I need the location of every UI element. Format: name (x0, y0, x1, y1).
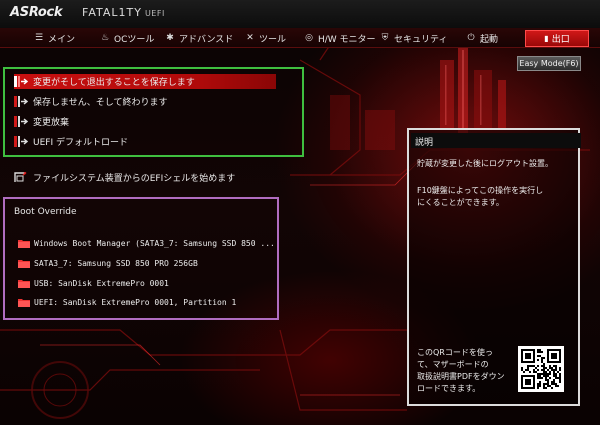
boot-override-item[interactable]: SATA3_7: Samsung SSD 850 PRO 256GB (18, 257, 198, 270)
exit-icon: ▮ (544, 34, 549, 43)
description-header (411, 133, 581, 148)
qr-code (518, 346, 564, 392)
boot-override-item[interactable]: UEFI: SanDisk ExtremePro 0001, Partition… (18, 296, 236, 309)
qr-caption: 取扱説明書PDFをダウン (417, 372, 505, 381)
shield-icon: ⛨ (381, 33, 389, 43)
tab-boot[interactable]: ⏻ 起動 (466, 28, 498, 48)
qr-caption: このQRコードを使っ (417, 348, 493, 357)
shell-launch-icon (14, 170, 28, 183)
nav-bar: ☰ メイン ♨ OCツール ✱ アドバンスド ✕ ツール ◎ H/W モニター … (0, 28, 600, 48)
tab-advanced[interactable]: ✱ アドバンスド (165, 28, 233, 48)
description-title: 説明 (415, 138, 434, 148)
exit-options-highlight (3, 67, 304, 157)
description-text: 貯蔵が変更した後にログアウト設置。 (417, 159, 553, 168)
tab-oc-tools[interactable]: ♨ OCツール (100, 28, 154, 48)
boot-override-title: Boot Override (14, 207, 77, 217)
boot-override-item[interactable]: Windows Boot Manager (SATA3_7: Samsung S… (18, 237, 275, 250)
folder-icon (18, 279, 30, 288)
description-text: にくることができます。 (417, 198, 504, 207)
monitor-icon: ◎ (305, 33, 313, 43)
brand-bar: ASRock FATAL1TY UEFI (0, 0, 600, 28)
folder-icon (18, 239, 30, 248)
star-icon: ✱ (166, 33, 174, 43)
tools-icon: ✕ (246, 33, 254, 43)
tab-tools[interactable]: ✕ ツール (245, 28, 286, 48)
easy-mode-button[interactable]: Easy Mode(F6) (517, 56, 581, 71)
flame-icon: ♨ (100, 33, 110, 43)
series-logo: FATAL1TY UEFI (82, 6, 165, 19)
list-icon: ☰ (34, 33, 44, 43)
folder-icon (18, 259, 30, 268)
power-icon: ⏻ (467, 33, 475, 43)
tab-hw-monitor[interactable]: ◎ H/W モニター (304, 28, 376, 48)
boot-override-item[interactable]: USB: SanDisk ExtremePro 0001 (18, 277, 169, 290)
qr-caption: ロードできます。 (417, 384, 481, 393)
brand-logo: ASRock (10, 5, 63, 20)
menu-item-efi-shell[interactable]: ファイルシステム装置からのEFIシェルを始めます (14, 170, 235, 185)
description-text: F10鍵盤によってこの操作を実行し (417, 186, 544, 195)
qr-caption: て、マザーボードの (417, 360, 489, 369)
tab-main[interactable]: ☰ メイン (34, 28, 75, 48)
tab-security[interactable]: ⛨ セキュリティ (380, 28, 448, 48)
folder-icon (18, 298, 30, 307)
tab-exit[interactable]: ▮ 出口 (525, 30, 589, 47)
